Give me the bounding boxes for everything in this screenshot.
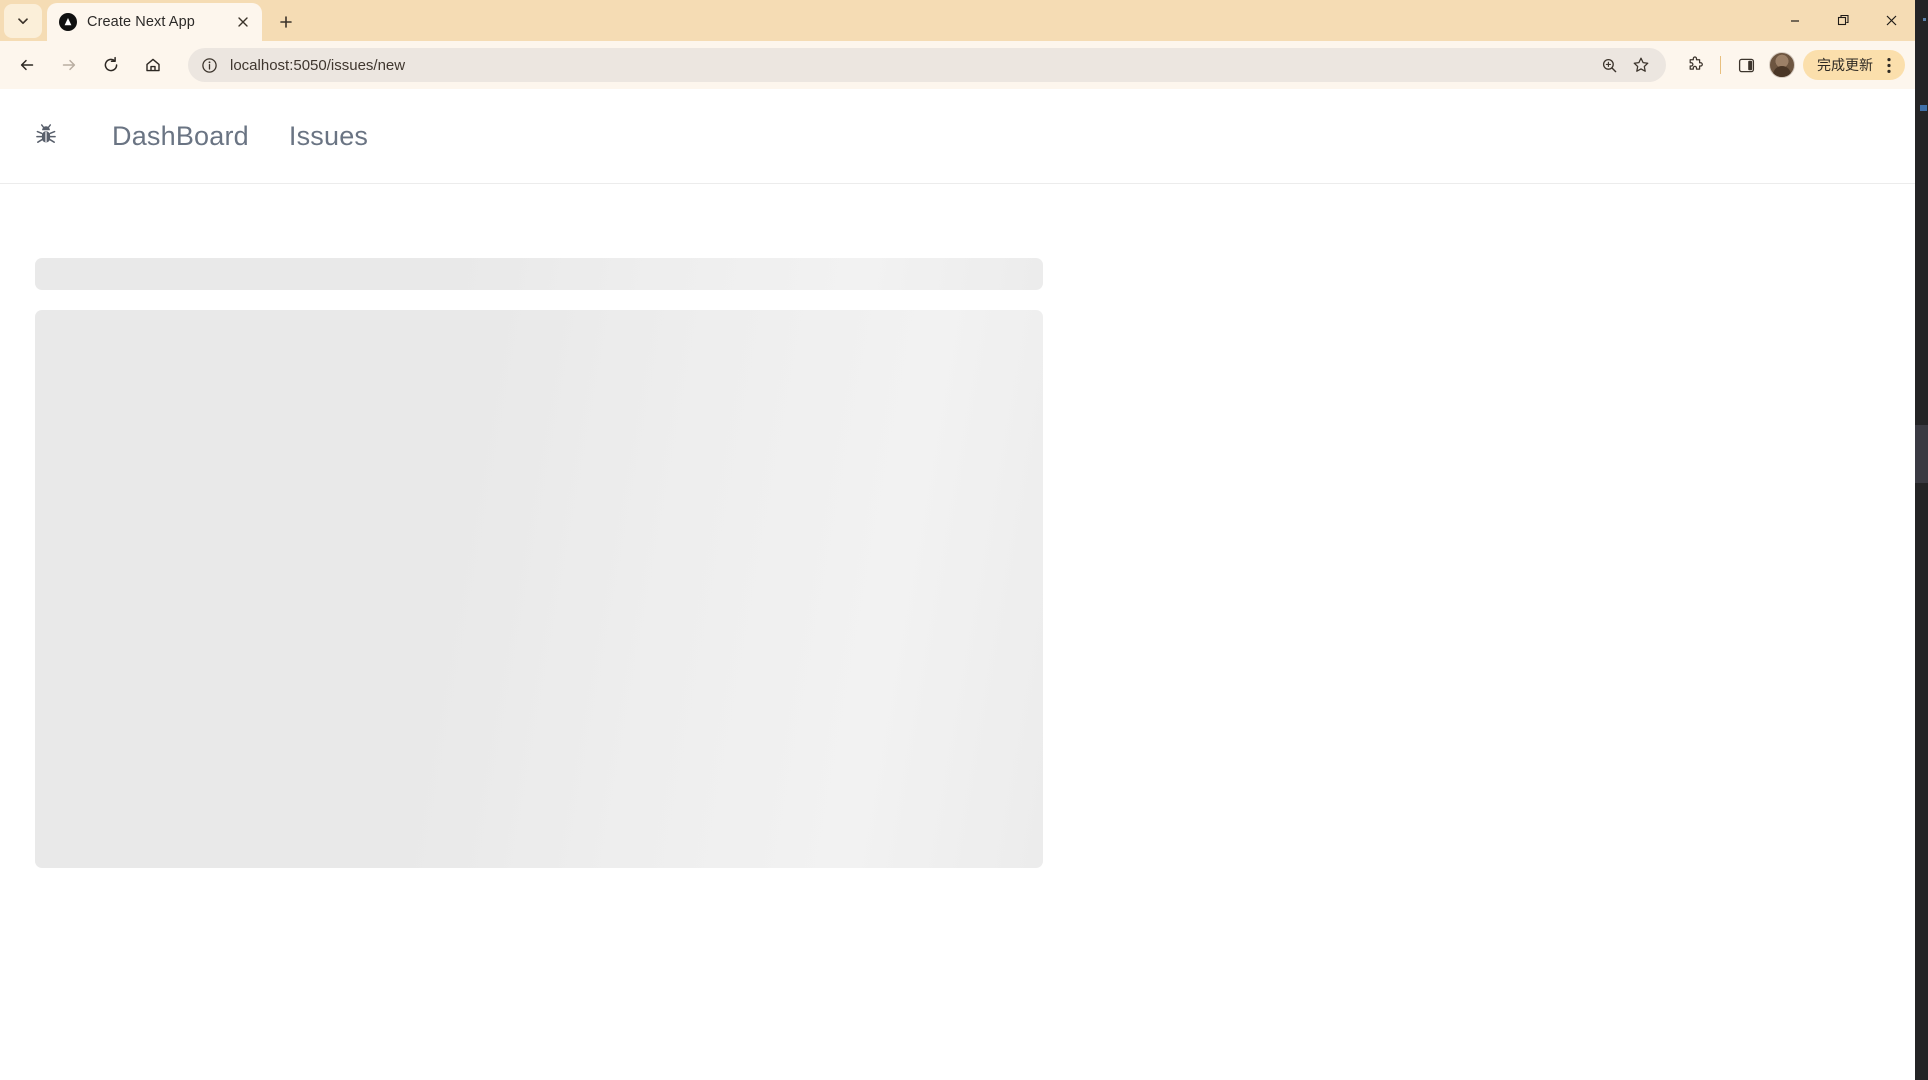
tab-title: Create Next App [87, 14, 195, 30]
desktop-artifact [1920, 105, 1927, 111]
maximize-button[interactable] [1819, 0, 1867, 41]
zoom-magnifier-icon[interactable] [1594, 50, 1624, 80]
nav-link-dashboard[interactable]: DashBoard [112, 122, 249, 150]
browser-window: Create Next App localhost:5050/issues/ne… [0, 0, 1915, 1080]
profile-avatar[interactable] [1769, 52, 1795, 78]
page-viewport: DashBoard Issues [0, 89, 1915, 1080]
finish-update-button[interactable]: 完成更新 [1803, 50, 1905, 80]
close-icon [1886, 15, 1896, 26]
close-icon[interactable] [232, 11, 254, 33]
arrow-right-icon [62, 59, 76, 71]
tab-strip: Create Next App [0, 0, 1915, 41]
nextjs-logo-icon [59, 13, 77, 31]
browser-toolbar: localhost:5050/issues/new 完成更新 [0, 41, 1915, 89]
minimize-icon [1791, 19, 1799, 22]
close-button[interactable] [1867, 0, 1915, 41]
desktop-background [1915, 0, 1928, 1080]
new-tab-button[interactable] [270, 6, 302, 38]
puzzle-piece-icon[interactable] [1678, 48, 1712, 82]
three-dot-menu-icon[interactable] [1879, 52, 1899, 78]
home-button[interactable] [135, 47, 171, 83]
desktop-scrollbar-thumb[interactable] [1915, 425, 1928, 483]
forward-button[interactable] [51, 47, 87, 83]
window-controls [1771, 0, 1915, 41]
finish-update-label: 完成更新 [1817, 57, 1873, 73]
tab-search-button[interactable] [4, 4, 42, 38]
main-content [0, 184, 1915, 868]
chevron-down-icon [18, 18, 28, 25]
title-skeleton [35, 258, 1043, 290]
restore-icon [1837, 14, 1849, 26]
body-skeleton [35, 310, 1043, 868]
address-bar-url[interactable]: localhost:5050/issues/new [230, 57, 1594, 74]
bug-icon[interactable] [29, 119, 63, 153]
plus-icon [280, 16, 292, 28]
app-navbar: DashBoard Issues [0, 89, 1915, 184]
side-panel-icon[interactable] [1729, 48, 1763, 82]
toolbar-divider [1720, 56, 1721, 74]
minimize-button[interactable] [1771, 0, 1819, 41]
address-bar-actions [1594, 50, 1656, 80]
star-icon[interactable] [1626, 50, 1656, 80]
browser-tab[interactable]: Create Next App [47, 3, 262, 41]
nav-link-issues[interactable]: Issues [289, 122, 368, 150]
reload-icon [104, 56, 118, 72]
arrow-left-icon [20, 59, 34, 71]
address-bar[interactable]: localhost:5050/issues/new [188, 48, 1666, 82]
back-button[interactable] [9, 47, 45, 83]
toolbar-right-actions: 完成更新 [1678, 48, 1905, 82]
info-circle-icon[interactable] [196, 52, 222, 78]
desktop-artifact [1923, 18, 1926, 21]
reload-button[interactable] [93, 47, 129, 83]
home-icon [146, 58, 160, 72]
